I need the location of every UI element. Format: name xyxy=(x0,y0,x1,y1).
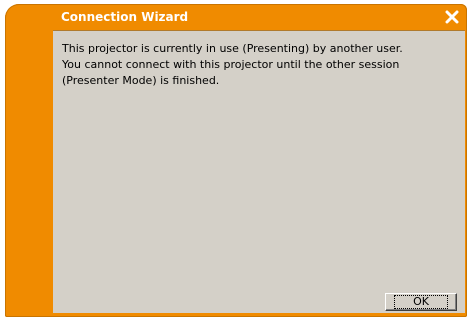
ok-button[interactable]: OK xyxy=(385,293,457,311)
connection-wizard-dialog: Connection Wizard This projector is curr… xyxy=(5,4,467,317)
close-button[interactable] xyxy=(443,8,461,26)
message-line-2: You cannot connect with this projector u… xyxy=(62,58,400,87)
dialog-title: Connection Wizard xyxy=(61,10,189,24)
close-icon xyxy=(445,10,459,24)
message-line-1: This projector is currently in use (Pres… xyxy=(62,42,403,55)
ok-button-label: OK xyxy=(394,295,448,309)
dialog-content: This projector is currently in use (Pres… xyxy=(53,30,465,313)
message-text: This projector is currently in use (Pres… xyxy=(62,41,457,89)
